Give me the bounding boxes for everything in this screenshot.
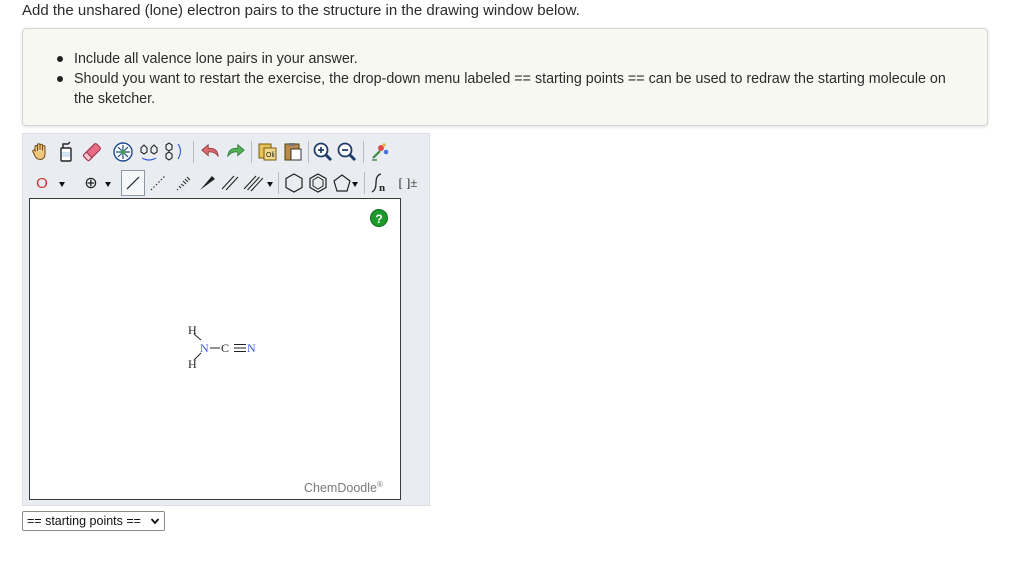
hand-icon[interactable] [30,140,52,164]
zoom-out-icon[interactable] [336,140,358,164]
atom-h-top: H [188,323,197,337]
atom-h-bottom: H [188,357,197,371]
toolbar-separator [193,141,194,163]
single-bond-button[interactable] [121,170,145,196]
toolbar-separator [363,141,364,163]
element-oxygen-button[interactable]: O [31,171,53,195]
instructions-panel: Include all valence lone pairs in your a… [22,28,988,126]
toolbar-separator [278,172,279,194]
paste-icon[interactable] [282,140,304,164]
triple-bond-button[interactable] [242,171,264,195]
instructions-list: Include all valence lone pairs in your a… [57,49,957,109]
molecule-structure[interactable]: H N C N H [180,321,290,381]
clean-icon[interactable] [369,140,391,164]
double-bond-button[interactable] [219,171,241,195]
help-button[interactable]: ? [370,209,388,227]
eraser-bottle-icon[interactable] [55,140,77,164]
chemdoodle-watermark: ChemDoodle® [304,480,383,496]
element-dropdown-caret[interactable] [59,182,65,187]
eraser-icon[interactable] [81,140,103,164]
center-icon[interactable] [112,140,134,164]
copy-icon[interactable]: Oli [257,140,279,164]
drawing-canvas[interactable]: ? H N C N H ChemDoodle® [29,198,401,500]
dashed-bond-button[interactable] [147,171,169,195]
zoom-in-icon[interactable] [312,140,334,164]
redo-icon[interactable] [224,140,246,164]
cyclopentane-button[interactable] [331,171,353,195]
atom-n-nitrile: N [247,341,256,355]
charge-dropdown-caret[interactable] [105,182,111,187]
toolbar-bottom: O ⊕ n []± [23,167,431,199]
charge-bracket-button[interactable]: [ ]± [393,171,423,195]
toolbar-top: Oli [23,136,431,168]
svg-text:n: n [379,182,385,194]
instruction-item: Include all valence lone pairs in your a… [57,49,957,69]
cyclohexane-button[interactable] [283,171,305,195]
benzene-button[interactable] [307,171,329,195]
atom-n-amine: N [200,341,209,355]
flip-icon[interactable] [138,140,160,164]
atom-c: C [221,341,229,355]
repeat-unit-button[interactable]: n [369,171,391,195]
toolbar-separator [308,141,309,163]
starting-points-dropdown[interactable]: == starting points == [22,511,165,531]
svg-text:Oli: Oli [266,152,275,159]
question-prompt: Add the unshared (lone) electron pairs t… [22,2,580,19]
chevron-down-icon [150,518,160,525]
chemdoodle-sketcher: Oli O ⊕ n []± ? H N C N H ChemDoodle® [22,133,430,506]
bond-dropdown-caret[interactable] [267,182,273,187]
toolbar-separator [364,172,365,194]
hash-wedge-bond-button[interactable] [172,171,194,195]
charge-plus-button[interactable]: ⊕ [80,171,102,195]
undo-icon[interactable] [200,140,222,164]
starting-points-selected: == starting points == [27,514,141,528]
toolbar-separator [251,141,252,163]
wedge-bond-button[interactable] [196,171,218,195]
ring-dropdown-caret[interactable] [352,182,358,187]
instruction-item: Should you want to restart the exercise,… [57,69,957,109]
flip-vertical-icon[interactable] [163,140,185,164]
